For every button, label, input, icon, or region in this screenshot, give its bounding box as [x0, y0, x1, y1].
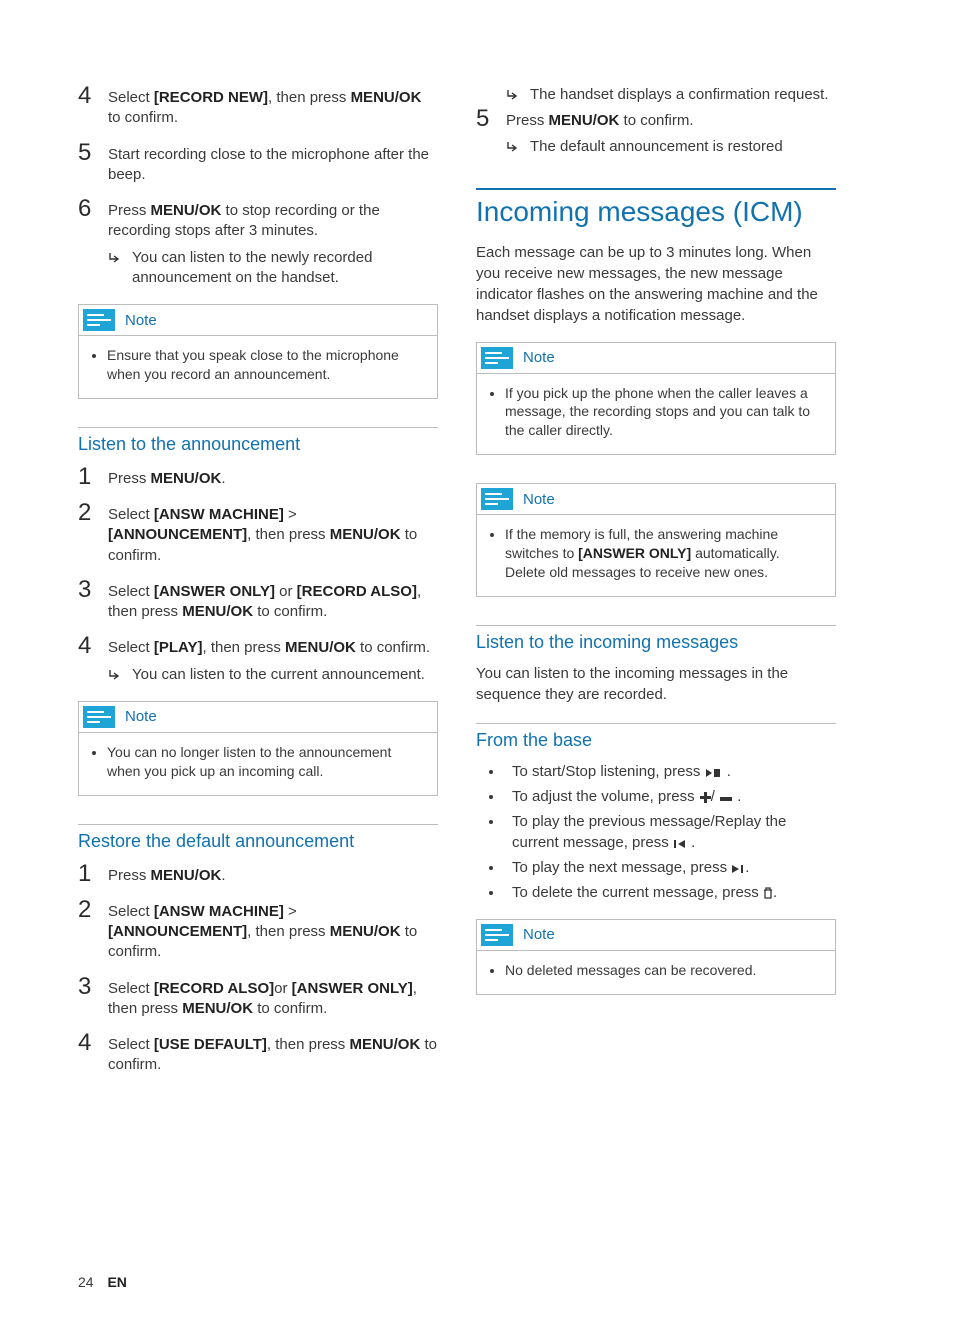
step-3: 3 Select [ANSWER ONLY] or [RECORD ALSO],…: [78, 578, 438, 623]
minus-icon: [719, 795, 733, 803]
note-icon: [83, 309, 115, 331]
note-text: You can no longer listen to the announce…: [107, 743, 423, 781]
step-text: Press MENU/OK to stop recording or the r…: [108, 197, 438, 288]
note-title: Note: [125, 312, 157, 329]
delete-icon: [763, 887, 773, 899]
result-arrow-icon: [108, 248, 132, 289]
note-box: Note If the memory is full, the answerin…: [476, 483, 836, 597]
step-text: Start recording close to the microphone …: [108, 141, 438, 186]
step-5: 5 Start recording close to the microphon…: [78, 141, 438, 186]
note-text: Ensure that you speak close to the micro…: [107, 346, 423, 384]
play-pause-icon: [705, 768, 723, 778]
note-icon: [481, 924, 513, 946]
note-text: If the memory is full, the answering mac…: [505, 525, 821, 582]
prev-icon: [673, 839, 687, 849]
section-heading: Listen to the incoming messages: [476, 625, 836, 653]
result-arrow-icon: [506, 137, 530, 157]
note-text: No deleted messages can be recovered.: [505, 961, 821, 980]
main-heading: Incoming messages (ICM): [476, 188, 836, 228]
result-arrow-icon: [108, 665, 132, 685]
left-column: 4 Select [RECORD NEW], then press MENU/O…: [78, 80, 438, 1230]
note-title: Note: [523, 349, 555, 366]
sub-step: You can listen to the newly recorded ann…: [108, 248, 438, 289]
note-text: If you pick up the phone when the caller…: [505, 384, 821, 441]
right-column: The handset displays a confirmation requ…: [476, 80, 836, 1230]
step-2: 2 Select [ANSW MACHINE] > [ANNOUNCEMENT]…: [78, 898, 438, 963]
note-icon: [481, 347, 513, 369]
step-5: 5 Press MENU/OK to confirm. The default …: [476, 107, 836, 158]
sub-step: You can listen to the current announceme…: [108, 665, 430, 685]
note-box: Note If you pick up the phone when the c…: [476, 342, 836, 456]
result-arrow-icon: [506, 86, 530, 103]
step-3: 3 Select [RECORD ALSO]or [ANSWER ONLY], …: [78, 975, 438, 1020]
note-title: Note: [523, 926, 555, 943]
list-item: To play the next message, press .: [504, 857, 836, 878]
step-number: 4: [78, 84, 108, 129]
step-1: 1 Press MENU/OK.: [78, 465, 438, 489]
step-4: 4 Select [RECORD NEW], then press MENU/O…: [78, 84, 438, 129]
step-number: 6: [78, 197, 108, 288]
paragraph: Each message can be up to 3 minutes long…: [476, 242, 836, 326]
note-box: Note Ensure that you speak close to the …: [78, 304, 438, 399]
step-number: 5: [78, 141, 108, 186]
section-heading: Restore the default announcement: [78, 824, 438, 852]
step-1: 1 Press MENU/OK.: [78, 862, 438, 886]
continuation: The handset displays a confirmation requ…: [476, 86, 836, 103]
note-icon: [481, 488, 513, 510]
page-footer: 24 EN: [78, 1274, 127, 1290]
section-heading: Listen to the announcement: [78, 427, 438, 455]
step-text: Select [RECORD NEW], then press MENU/OK …: [108, 84, 438, 129]
list-item: To play the previous message/Replay the …: [504, 811, 836, 853]
step-4: 4 Select [USE DEFAULT], then press MENU/…: [78, 1031, 438, 1076]
next-icon: [731, 864, 745, 874]
sub-step: The default announcement is restored: [506, 137, 783, 157]
list-item: To adjust the volume, press / .: [504, 786, 836, 807]
note-title: Note: [523, 491, 555, 508]
section-heading: From the base: [476, 723, 836, 751]
sub-step: The handset displays a confirmation requ…: [506, 86, 836, 103]
list-item: To delete the current message, press .: [504, 882, 836, 903]
note-icon: [83, 706, 115, 728]
language-code: EN: [107, 1274, 126, 1290]
note-title: Note: [125, 708, 157, 725]
note-box: Note You can no longer listen to the ann…: [78, 701, 438, 796]
page-number: 24: [78, 1274, 94, 1290]
paragraph: You can listen to the incoming messages …: [476, 663, 836, 705]
list-item: To start/Stop listening, press .: [504, 761, 836, 782]
plus-icon: [699, 791, 711, 803]
step-6: 6 Press MENU/OK to stop recording or the…: [78, 197, 438, 288]
step-2: 2 Select [ANSW MACHINE] > [ANNOUNCEMENT]…: [78, 501, 438, 566]
bullet-list: To start/Stop listening, press . To adju…: [476, 761, 836, 903]
note-box: Note No deleted messages can be recovere…: [476, 919, 836, 995]
step-4b: 4 Select [PLAY], then press MENU/OK to c…: [78, 634, 438, 685]
